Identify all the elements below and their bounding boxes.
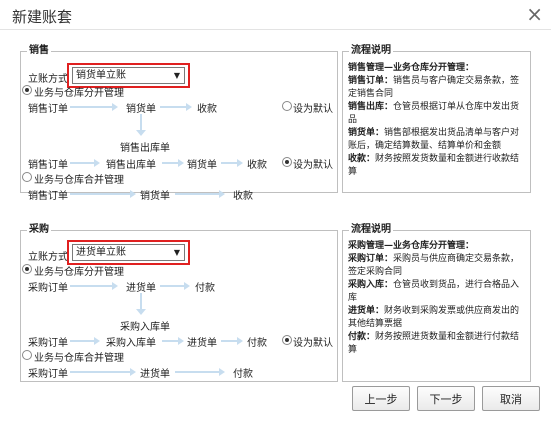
set-default-label: 设为默认: [293, 104, 333, 115]
flow-step: 销售出库单: [120, 143, 170, 154]
flow-step: 付款: [247, 338, 267, 349]
sales-desc-item: 销货单：销售部根据发出货品清单与客户对账后，确定结算数量、结算单价和金额: [348, 128, 520, 151]
flow-arrow-icon: [221, 337, 243, 345]
close-icon[interactable]: ×: [526, 2, 543, 26]
purchase-option-separate-label: 业务与仓库分开管理: [34, 267, 124, 278]
flow-arrow-icon: [160, 282, 190, 290]
flow-step: 销货单: [126, 104, 156, 115]
next-button[interactable]: 下一步: [417, 386, 475, 411]
flow-step: 销售出库单: [106, 160, 156, 171]
flow-arrow-icon: [70, 159, 100, 167]
flow-arrow-icon: [136, 114, 146, 136]
flow-arrow-icon: [175, 190, 225, 198]
flow-step: 销售订单: [28, 104, 68, 115]
purchase-radio-combined[interactable]: [22, 350, 32, 360]
purchase-desc-body: 采购管理—业务仓库分开管理： 采购订单：采购员与供应商确定交易条款，签定采购合同…: [348, 240, 528, 357]
set-default-label: 设为默认: [293, 160, 333, 171]
purchase-flow2-default-radio[interactable]: [282, 335, 292, 345]
purchase-desc-item: 进货单：财务收到采购发票或供应商发出的其他结算票据: [348, 306, 520, 329]
purchase-desc-item: 采购订单：采购员与供应商确定交易条款，签定采购合同: [348, 254, 520, 277]
flow-arrow-icon: [70, 282, 118, 290]
flow-arrow-icon: [162, 159, 184, 167]
sales-mode-label: 立账方式: [28, 74, 68, 85]
flow-arrow-icon: [70, 103, 118, 111]
flow-step: 收款: [197, 104, 217, 115]
sales-option-combined-label: 业务与仓库合并管理: [34, 175, 124, 186]
cancel-button[interactable]: 取消: [482, 386, 540, 411]
prev-button[interactable]: 上一步: [352, 386, 410, 411]
sales-desc-item: 收款：财务按照发货数量和金额进行收款结算: [348, 154, 520, 177]
flow-step: 采购订单: [28, 338, 68, 349]
purchase-desc-item: 付款：财务按照进货数量和金额进行付款结算: [348, 332, 520, 355]
flow-step: 进货单: [140, 369, 170, 380]
dialog-titlebar: 新建账套 ×: [0, 0, 551, 30]
flow-step: 销货单: [140, 191, 170, 202]
sales-radio-separate[interactable]: [22, 85, 32, 95]
sales-desc-title: 流程说明: [349, 45, 393, 57]
flow-arrow-icon: [70, 190, 136, 198]
flow-arrow-icon: [175, 368, 225, 376]
flow-step: 付款: [195, 283, 215, 294]
sales-desc-item: 销售出库：仓管员根据订单从仓库中发出货品: [348, 102, 520, 125]
purchase-mode-label: 立账方式: [28, 252, 68, 263]
flow-step: 采购订单: [28, 283, 68, 294]
flow-step: 销售订单: [28, 160, 68, 171]
flow-arrow-icon: [221, 159, 243, 167]
sales-desc-body: 销售管理—业务仓库分开管理： 销售订单：销售员与客户确定交易条款，签定销售合同 …: [348, 62, 528, 179]
flow-arrow-icon: [70, 368, 136, 376]
purchase-desc-heading: 采购管理—业务仓库分开管理：: [348, 241, 475, 251]
flow-step: 付款: [233, 369, 253, 380]
dialog-title: 新建账套: [12, 8, 73, 26]
flow-step: 采购入库单: [120, 322, 170, 333]
purchase-radio-separate[interactable]: [22, 264, 32, 274]
sales-radio-combined[interactable]: [22, 172, 32, 182]
purchase-desc-title: 流程说明: [349, 224, 393, 236]
set-default-label: 设为默认: [293, 338, 333, 349]
flow-step: 销货单: [187, 160, 217, 171]
flow-step: 销售订单: [28, 191, 68, 202]
sales-flow2-default-radio[interactable]: [282, 157, 292, 167]
flow-arrow-icon: [136, 293, 146, 315]
sales-desc-item: 销售订单：销售员与客户确定交易条款，签定销售合同: [348, 76, 520, 99]
flow-step: 采购订单: [28, 369, 68, 380]
flow-arrow-icon: [162, 337, 184, 345]
flow-arrow-icon: [160, 103, 192, 111]
flow-step: 收款: [247, 160, 267, 171]
purchase-desc-item: 采购入库：仓管员收到货品，进行合格品入库: [348, 280, 520, 303]
sales-group-title: 销售: [27, 45, 51, 57]
sales-option-separate-label: 业务与仓库分开管理: [34, 88, 124, 99]
flow-step: 进货单: [187, 338, 217, 349]
highlight-box: [67, 240, 190, 265]
flow-arrow-icon: [70, 337, 100, 345]
flow-step: 采购入库单: [106, 338, 156, 349]
flow-step: 收款: [233, 191, 253, 202]
flow-step: 进货单: [126, 283, 156, 294]
sales-desc-heading: 销售管理—业务仓库分开管理：: [348, 63, 475, 73]
purchase-group-title: 采购: [27, 224, 51, 236]
purchase-option-combined-label: 业务与仓库合并管理: [34, 353, 124, 364]
sales-flow1-default-radio[interactable]: [282, 101, 292, 111]
